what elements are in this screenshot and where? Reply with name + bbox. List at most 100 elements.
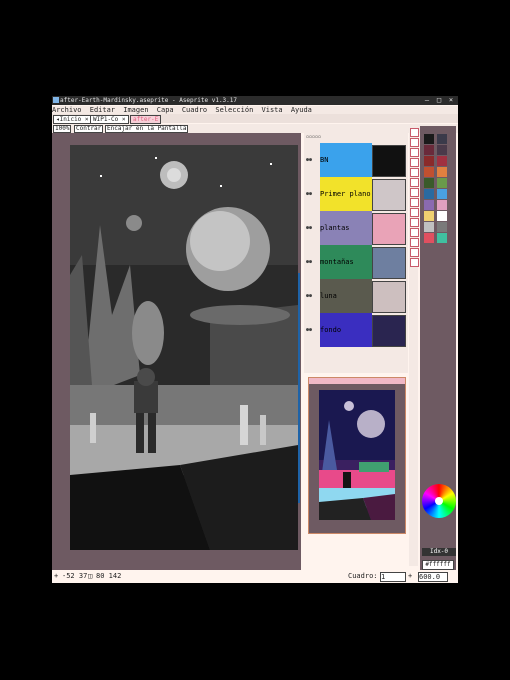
tool-button[interactable] [410, 228, 419, 237]
palette-swatch[interactable] [424, 178, 434, 188]
app-icon [53, 97, 59, 103]
tool-button[interactable] [410, 178, 419, 187]
layer-visibility-icon[interactable]: ●● [306, 177, 318, 211]
tab-label: Inicio [59, 116, 82, 123]
palette-swatch[interactable] [437, 167, 447, 177]
selection-size-icon: ◫ [88, 572, 93, 580]
minimize-icon[interactable]: – [422, 96, 432, 105]
preview-window[interactable] [308, 377, 406, 534]
menu-vista[interactable]: Vista [262, 106, 283, 114]
menu-editar[interactable]: Editar [90, 106, 115, 114]
layer-row[interactable]: ●● luna [304, 279, 408, 313]
tool-button[interactable] [410, 168, 419, 177]
palette-swatch[interactable] [424, 145, 434, 155]
menu-capa[interactable]: Capa [157, 106, 174, 114]
palette-swatch[interactable] [424, 211, 434, 221]
tool-button[interactable] [410, 238, 419, 247]
palette-swatch[interactable] [437, 134, 447, 144]
tool-button[interactable] [410, 208, 419, 217]
layer-name: montañas [320, 245, 372, 279]
palette-swatch[interactable] [437, 233, 447, 243]
layer-visibility-icon[interactable]: ●● [306, 143, 318, 177]
tab-wip[interactable]: WIP1-Co × [90, 115, 129, 124]
hex-color-field[interactable]: #ffffff [422, 560, 454, 570]
fit-screen-button[interactable]: Encajar en la Pantalla [105, 125, 189, 133]
menu-cuadro[interactable]: Cuadro [182, 106, 207, 114]
palette-swatch[interactable] [437, 211, 447, 221]
layer-name: BN [320, 143, 372, 177]
zoom-100-button[interactable]: 100% [53, 125, 72, 133]
tool-button[interactable] [410, 198, 419, 207]
status-bar: + -52 37 ◫ 80 142 Cuadro: 1 + 600.0 [52, 570, 458, 583]
palette-swatch[interactable] [437, 189, 447, 199]
document-tabs: ◂Inicio × WIP1-Co × after-E [52, 114, 458, 124]
layer-row[interactable]: ●● fondo [304, 313, 408, 347]
aseprite-window: after-Earth-Mardinsky.aseprite - Aseprit… [52, 96, 458, 583]
frame-label: Cuadro: [348, 572, 378, 580]
frame-input[interactable]: 1 [380, 572, 406, 582]
cursor-position: -52 37 [62, 572, 88, 580]
tool-button[interactable] [410, 148, 419, 157]
maximize-icon[interactable]: □ [434, 96, 444, 105]
tab-inicio[interactable]: ◂Inicio × [53, 115, 92, 124]
layer-visibility-icon[interactable]: ●● [306, 245, 318, 279]
layer-thumbnail [372, 213, 406, 245]
tool-button[interactable] [410, 258, 419, 267]
color-index: Idx-0 [422, 548, 456, 556]
layer-thumbnail [372, 179, 406, 211]
menu-imagen[interactable]: Imagen [123, 106, 148, 114]
layer-row[interactable]: ●● plantas [304, 211, 408, 245]
palette-swatch[interactable] [437, 222, 447, 232]
palette-swatch[interactable] [424, 167, 434, 177]
layer-name: fondo [320, 313, 372, 347]
palette-swatch[interactable] [424, 156, 434, 166]
tool-button[interactable] [410, 128, 419, 137]
layer-thumbnail [372, 281, 406, 313]
contrast-button[interactable]: Contrar [74, 125, 104, 133]
vertical-scrollbar[interactable] [298, 273, 300, 503]
canvas-area[interactable] [52, 133, 301, 570]
layer-row[interactable]: ●● Primer plano [304, 177, 408, 211]
layer-row[interactable]: ●● BN [304, 143, 408, 177]
cursor-icon: + [54, 572, 59, 580]
tab-after-earth[interactable]: after-E [130, 115, 162, 124]
palette-swatch[interactable] [424, 134, 434, 144]
palette-swatch[interactable] [424, 233, 434, 243]
layer-name: Primer plano [320, 177, 372, 211]
close-icon[interactable]: × [446, 96, 456, 105]
layer-visibility-icon[interactable]: ●● [306, 279, 318, 313]
layer-visibility-icon[interactable]: ●● [306, 211, 318, 245]
palette-swatch[interactable] [437, 178, 447, 188]
menu-seleccion[interactable]: Selección [215, 106, 253, 114]
menu-ayuda[interactable]: Ayuda [291, 106, 312, 114]
tool-button[interactable] [410, 188, 419, 197]
window-title: after-Earth-Mardinsky.aseprite - Aseprit… [60, 97, 238, 104]
tool-button[interactable] [410, 218, 419, 227]
tool-button[interactable] [410, 248, 419, 257]
palette-swatch[interactable] [437, 156, 447, 166]
layer-visibility-icon[interactable]: ●● [306, 313, 318, 347]
layer-thumbnail [372, 247, 406, 279]
pixel-art-canvas[interactable] [70, 145, 298, 550]
timeline-layers-panel: ▫▫▫▫▫ ●● BN ●● Primer plano ●● plantas ●… [304, 133, 408, 373]
context-bar: 100% Contrar Encajar en la Pantalla [52, 124, 458, 133]
menu-archivo[interactable]: Archivo [52, 106, 82, 114]
title-bar: after-Earth-Mardinsky.aseprite - Aseprit… [52, 96, 458, 105]
palette-swatch[interactable] [437, 200, 447, 210]
layer-thumbnail [372, 145, 406, 177]
zoom-input[interactable]: 600.0 [418, 572, 448, 582]
add-frame-icon[interactable]: + [408, 570, 412, 583]
palette-swatch[interactable] [424, 222, 434, 232]
palette-swatch[interactable] [424, 200, 434, 210]
tool-button[interactable] [410, 138, 419, 147]
layer-name: plantas [320, 211, 372, 245]
layer-row[interactable]: ●● montañas [304, 245, 408, 279]
tab-label: WIP1-Co [93, 116, 119, 123]
color-wheel-center [435, 497, 443, 505]
palette-swatch[interactable] [437, 145, 447, 155]
palette-swatch[interactable] [424, 189, 434, 199]
tool-strip [409, 126, 419, 566]
tool-button[interactable] [410, 158, 419, 167]
tab-label: after-E [133, 116, 159, 123]
preview-image [319, 390, 395, 520]
